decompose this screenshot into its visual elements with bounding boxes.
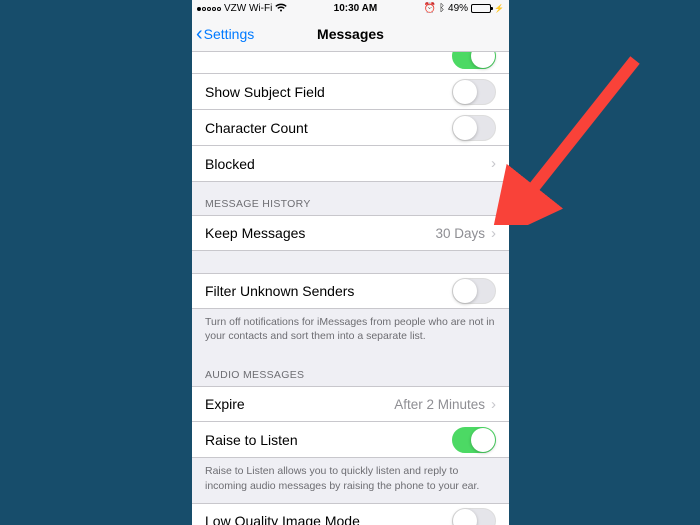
- footer-filter-unknown: Turn off notifications for iMessages fro…: [192, 309, 509, 353]
- chevron-left-icon: ‹: [196, 24, 203, 44]
- row-label: Raise to Listen: [205, 432, 298, 448]
- status-bar: VZW Wi-Fi 10:30 AM ⏰ ᛒ 49% ⚡: [192, 0, 509, 17]
- toggle-character-count[interactable]: [452, 115, 496, 141]
- row-character-count[interactable]: Character Count: [192, 110, 509, 146]
- toggle-show-subject[interactable]: [452, 79, 496, 105]
- row-raise-to-listen[interactable]: Raise to Listen: [192, 422, 509, 458]
- status-right: ⏰ ᛒ 49% ⚡: [424, 3, 504, 14]
- row-filter-unknown[interactable]: Filter Unknown Senders: [192, 273, 509, 309]
- back-button[interactable]: ‹ Settings: [192, 24, 254, 44]
- row-group-messaging[interactable]: Group Messaging: [192, 52, 509, 74]
- row-low-quality[interactable]: Low Quality Image Mode: [192, 503, 509, 525]
- toggle-raise-to-listen[interactable]: [452, 427, 496, 453]
- row-label: Low Quality Image Mode: [205, 513, 360, 525]
- row-value: After 2 Minutes: [394, 397, 485, 412]
- row-label: Character Count: [205, 120, 308, 136]
- row-value: 30 Days: [435, 226, 485, 241]
- section-message-history: MESSAGE HISTORY: [192, 182, 509, 215]
- annotation-arrow: [490, 55, 640, 225]
- section-audio-messages: AUDIO MESSAGES: [192, 353, 509, 386]
- carrier-label: VZW Wi-Fi: [224, 3, 272, 14]
- battery-icon: [471, 4, 491, 13]
- wifi-icon: [275, 3, 287, 15]
- chevron-right-icon: ›: [491, 155, 496, 172]
- settings-content[interactable]: Group Messaging Show Subject Field Chara…: [192, 52, 509, 525]
- row-label: Show Subject Field: [205, 84, 325, 100]
- bluetooth-icon: ᛒ: [439, 3, 445, 14]
- toggle-low-quality[interactable]: [452, 508, 496, 525]
- nav-bar: ‹ Settings Messages: [192, 17, 509, 52]
- row-show-subject[interactable]: Show Subject Field: [192, 74, 509, 110]
- row-keep-messages[interactable]: Keep Messages 30 Days ›: [192, 215, 509, 251]
- row-label: Keep Messages: [205, 225, 305, 241]
- row-label: Expire: [205, 396, 245, 412]
- row-label: Filter Unknown Senders: [205, 283, 354, 299]
- charging-icon: ⚡: [494, 4, 504, 13]
- chevron-right-icon: ›: [491, 225, 496, 242]
- back-label: Settings: [204, 26, 255, 42]
- alarm-icon: ⏰: [424, 3, 436, 14]
- signal-dots: [197, 7, 221, 11]
- phone-screen: VZW Wi-Fi 10:30 AM ⏰ ᛒ 49% ⚡ ‹ Settings …: [192, 0, 509, 525]
- battery-pct: 49%: [448, 3, 468, 14]
- row-expire[interactable]: Expire After 2 Minutes ›: [192, 386, 509, 422]
- status-time: 10:30 AM: [334, 3, 378, 14]
- row-label: Blocked: [205, 156, 255, 172]
- footer-raise-to-listen: Raise to Listen allows you to quickly li…: [192, 458, 509, 502]
- toggle-group-messaging[interactable]: [452, 52, 496, 69]
- chevron-right-icon: ›: [491, 396, 496, 413]
- spacer: [192, 251, 509, 273]
- status-left: VZW Wi-Fi: [197, 3, 287, 15]
- row-blocked[interactable]: Blocked ›: [192, 146, 509, 182]
- toggle-filter-unknown[interactable]: [452, 278, 496, 304]
